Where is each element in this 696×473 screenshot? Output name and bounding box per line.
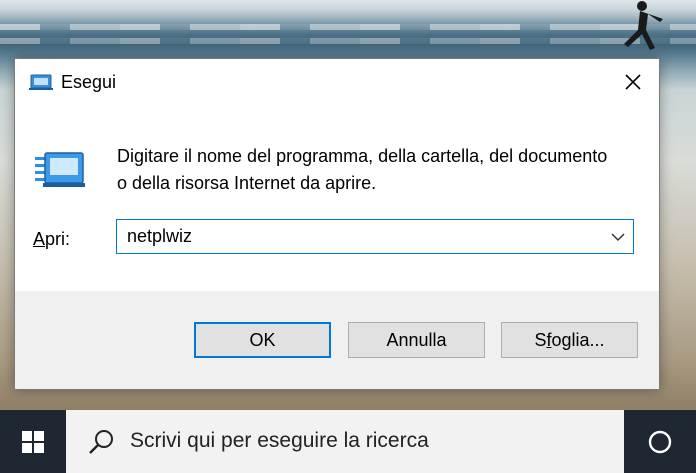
search-placeholder: Scrivi qui per eseguire la ricerca — [130, 429, 429, 452]
cortana-circle-icon — [648, 430, 672, 453]
open-label: Apri: — [33, 229, 70, 250]
browse-label-post: oglia... — [551, 329, 605, 350]
taskbar: Scrivi qui per eseguire la ricerca — [0, 410, 696, 473]
taskbar-search-box[interactable]: Scrivi qui per eseguire la ricerca — [66, 410, 624, 473]
run-icon — [29, 74, 53, 90]
browse-button[interactable]: Sf oglia... — [501, 322, 638, 358]
run-dialog: Esegui Digitare il nome del programma, d… — [14, 58, 660, 390]
start-button[interactable] — [0, 410, 66, 473]
open-label-accel: A — [33, 229, 46, 249]
close-icon — [625, 74, 641, 90]
runner-figure — [624, 1, 663, 50]
dialog-title: Esegui — [61, 72, 117, 92]
wallpaper-wave — [0, 24, 696, 30]
wallpaper-wave — [0, 38, 696, 44]
cortana-button[interactable] — [624, 410, 696, 473]
dialog-description: Digitare il nome del programma, della ca… — [117, 146, 608, 193]
open-input[interactable] — [127, 226, 597, 247]
ok-button[interactable]: OK — [194, 322, 331, 358]
open-dropdown-button[interactable] — [607, 226, 629, 248]
chevron-down-icon — [611, 233, 625, 242]
cancel-button[interactable]: Annulla — [348, 322, 485, 358]
dialog-titlebar[interactable]: Esegui — [15, 59, 659, 105]
dialog-footer: OK Annulla Sf oglia... — [15, 291, 659, 389]
search-icon — [89, 430, 113, 454]
windows-logo-icon — [22, 430, 44, 453]
open-label-rest: pri: — [45, 229, 71, 249]
open-combobox[interactable] — [116, 219, 634, 254]
close-button[interactable] — [613, 65, 653, 99]
run-icon — [35, 152, 85, 187]
browse-label-pre: S — [534, 329, 547, 350]
